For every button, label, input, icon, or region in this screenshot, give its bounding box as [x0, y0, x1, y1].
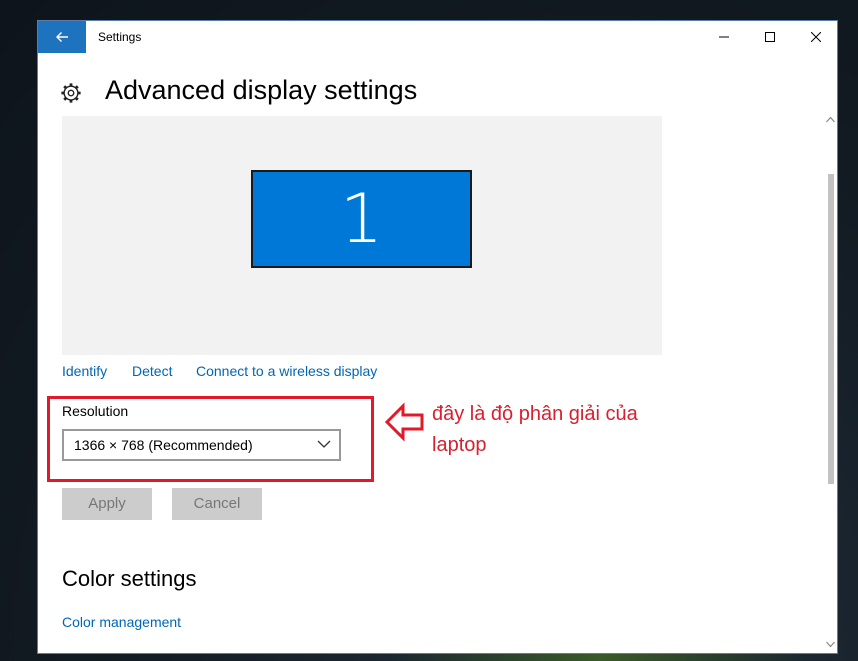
- minimize-icon: [719, 36, 729, 38]
- vertical-scrollbar[interactable]: [823, 116, 837, 653]
- display-arrangement-area: 1: [62, 116, 662, 355]
- minimize-button[interactable]: [701, 21, 747, 53]
- gear-icon: [61, 83, 81, 103]
- detect-link[interactable]: Detect: [132, 363, 172, 379]
- scroll-down-arrow-icon[interactable]: [826, 641, 835, 648]
- back-arrow-icon: [56, 32, 68, 42]
- monitor-1-tile[interactable]: 1: [251, 170, 472, 268]
- close-icon: [811, 32, 821, 42]
- wireless-display-link[interactable]: Connect to a wireless display: [196, 363, 377, 379]
- maximize-icon: [765, 32, 775, 42]
- annotation-text: đây là độ phân giải của laptop: [432, 403, 638, 456]
- color-management-link[interactable]: Color management: [62, 614, 181, 630]
- identify-link[interactable]: Identify: [62, 363, 107, 379]
- page-title: Advanced display settings: [105, 75, 418, 105]
- back-button[interactable]: [38, 21, 86, 53]
- outline-arrow-left-icon: [385, 402, 424, 442]
- annotation-highlight-box: [47, 396, 374, 482]
- maximize-button[interactable]: [747, 21, 793, 53]
- color-settings-heading: Color settings: [62, 566, 197, 591]
- title-bar: Settings: [38, 21, 837, 53]
- window-title: Settings: [98, 30, 142, 44]
- scroll-up-arrow-icon[interactable]: [826, 116, 835, 123]
- apply-button[interactable]: Apply: [62, 488, 152, 520]
- scrollbar-thumb[interactable]: [828, 174, 834, 484]
- settings-window: Settings Advanced display settings 1 Ide…: [37, 20, 838, 654]
- close-button[interactable]: [793, 21, 837, 53]
- cancel-button[interactable]: Cancel: [172, 488, 262, 520]
